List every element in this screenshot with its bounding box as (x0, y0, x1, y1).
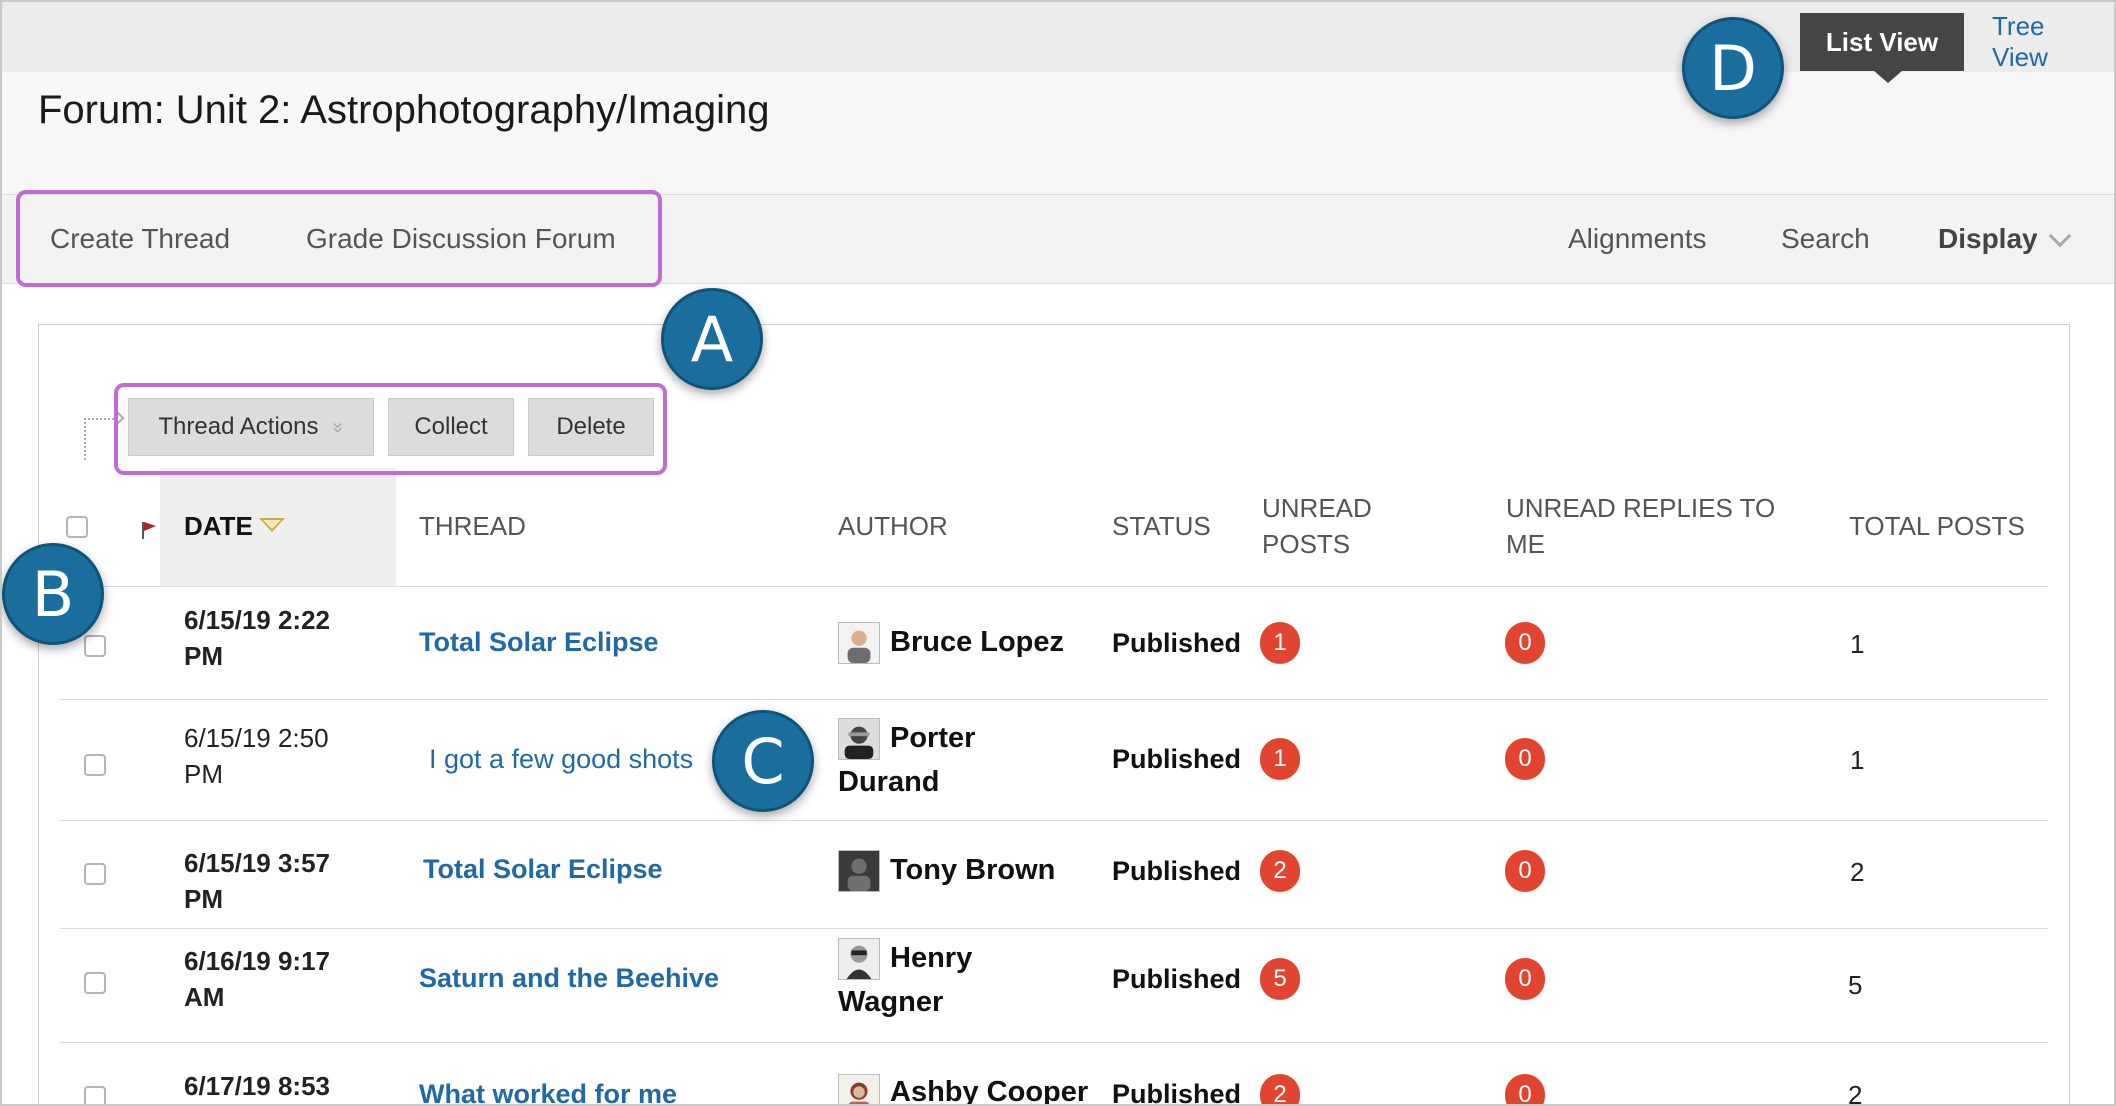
row-divider (60, 699, 2048, 700)
unread-replies-badge[interactable]: 0 (1505, 622, 1545, 664)
callout-marker-b: B (2, 543, 104, 645)
status-text: Published (1112, 628, 1242, 658)
thread-link[interactable]: Total Solar Eclipse (419, 627, 659, 658)
alignments-button[interactable]: Alignments (1568, 223, 1707, 255)
unread-replies-header-line1[interactable]: UNREAD REPLIES TO (1506, 490, 1775, 526)
page-title: Forum: Unit 2: Astrophotography/Imaging (38, 88, 770, 132)
row-divider (60, 586, 2048, 587)
unread-posts-badge[interactable]: 1 (1260, 738, 1300, 780)
row-divider (60, 928, 2048, 929)
tree-view-link[interactable]: Tree View (1992, 11, 2102, 72)
row-date-line1: 6/17/19 8:53 (184, 1071, 331, 1101)
row-divider (60, 1042, 2048, 1043)
author-name-line2: Durand (838, 766, 940, 798)
total-posts: 5 (1848, 970, 1863, 1000)
thread-link[interactable]: What worked for me (419, 1079, 677, 1104)
unread-posts-badge[interactable]: 1 (1260, 622, 1300, 664)
row-date-line1: 6/16/19 9:17 (184, 946, 331, 976)
select-all-checkbox[interactable] (66, 516, 88, 538)
row-checkbox[interactable] (84, 635, 106, 657)
highlight-toolbar (114, 383, 667, 475)
author-name-line2: Wagner (838, 986, 944, 1018)
unread-replies-header-line2[interactable]: ME (1506, 526, 1545, 562)
status-text: Published (1112, 744, 1242, 774)
date-column-header[interactable]: DATE (184, 508, 253, 544)
row-date-line2: PM (184, 641, 223, 671)
unread-posts-badge[interactable]: 2 (1260, 850, 1300, 892)
total-posts: 2 (1850, 857, 1865, 887)
select-arrow-icon (84, 418, 114, 460)
top-band (2, 2, 2114, 72)
total-posts: 1 (1850, 629, 1865, 659)
author-avatar (838, 622, 880, 664)
total-posts: 2 (1848, 1080, 1863, 1106)
status-text: Published (1112, 856, 1242, 886)
row-date-line2: AM (184, 982, 225, 1012)
status-column-header[interactable]: STATUS (1112, 508, 1211, 544)
row-checkbox[interactable] (84, 863, 106, 885)
author-avatar (838, 718, 880, 760)
thread-link[interactable]: Saturn and the Beehive (419, 963, 719, 994)
row-divider (60, 820, 2048, 821)
unread-replies-badge[interactable]: 0 (1505, 850, 1545, 892)
highlight-action-bar (16, 190, 662, 287)
author-avatar (838, 938, 880, 980)
row-date-line2: PM (184, 884, 223, 914)
author-name: Porter (890, 722, 976, 754)
unread-replies-badge[interactable]: 0 (1505, 738, 1545, 780)
callout-marker-d: D (1682, 17, 1784, 119)
sort-descending-icon[interactable] (259, 518, 285, 532)
row-date-line1: 6/15/19 3:57 (184, 848, 331, 878)
row-checkbox[interactable] (84, 1086, 106, 1104)
author-name: Ashby Cooper (890, 1076, 1089, 1106)
row-date-line2: PM (184, 759, 223, 789)
author-avatar (838, 850, 880, 892)
row-checkbox[interactable] (84, 754, 106, 776)
unread-posts-header-line2[interactable]: POSTS (1262, 526, 1350, 562)
thread-column-header[interactable]: THREAD (419, 508, 526, 544)
unread-posts-header-line1[interactable]: UNREAD (1262, 490, 1372, 526)
author-name: Henry (890, 942, 973, 974)
row-date-line1: 6/15/19 2:50 (184, 723, 329, 753)
total-posts: 1 (1850, 745, 1865, 775)
unread-replies-badge[interactable]: 0 (1505, 1074, 1545, 1104)
thread-link[interactable]: Total Solar Eclipse (423, 854, 663, 885)
author-avatar (838, 1074, 880, 1104)
thread-link[interactable]: I got a few good shots (429, 744, 693, 775)
total-posts-column-header[interactable]: TOTAL POSTS (1849, 508, 2025, 544)
author-name: Bruce Lopez (890, 626, 1065, 658)
status-text: Published (1112, 1079, 1242, 1106)
unread-posts-badge[interactable]: 2 (1260, 1074, 1300, 1104)
unread-replies-badge[interactable]: 0 (1505, 958, 1545, 1000)
author-name: Tony Brown (890, 854, 1056, 886)
search-button[interactable]: Search (1781, 223, 1870, 255)
status-text: Published (1112, 964, 1242, 994)
forum-page: Forum: Unit 2: Astrophotography/Imaging … (0, 0, 2116, 1106)
display-menu-button[interactable]: Display (1938, 223, 2038, 255)
list-view-button[interactable]: List View (1800, 13, 1964, 83)
flag-icon[interactable] (140, 520, 158, 540)
row-date-line1: 6/15/19 2:22 (184, 605, 331, 635)
unread-posts-badge[interactable]: 5 (1260, 958, 1300, 1000)
callout-marker-a: A (661, 288, 763, 390)
row-checkbox[interactable] (84, 972, 106, 994)
author-column-header[interactable]: AUTHOR (838, 508, 948, 544)
callout-marker-c: C (712, 710, 814, 812)
